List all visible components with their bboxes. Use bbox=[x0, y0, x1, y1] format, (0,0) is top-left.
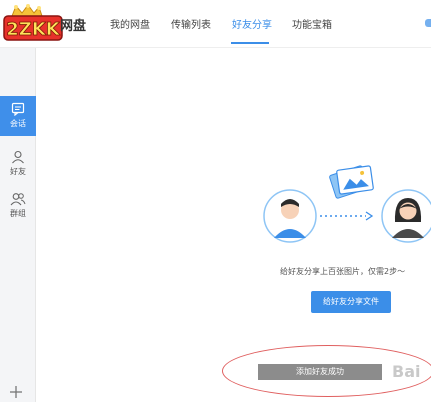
transfer-arrow-icon bbox=[320, 211, 374, 221]
sidebar-item-label: 会话 bbox=[10, 119, 26, 128]
share-files-button[interactable]: 给好友分享文件 bbox=[311, 291, 391, 313]
sender-avatar-icon bbox=[263, 189, 317, 243]
tab-my-disk[interactable]: 我的网盘 bbox=[110, 16, 150, 31]
top-bar: 2ZKK 网盘 我的网盘 传输列表 好友分享 功能宝箱 bbox=[0, 0, 431, 48]
watermark: Bai bbox=[392, 362, 421, 381]
group-icon bbox=[10, 193, 26, 206]
plus-icon[interactable] bbox=[8, 384, 24, 400]
sidebar-item-label: 群组 bbox=[10, 209, 26, 218]
tab-friend-share[interactable]: 好友分享 bbox=[232, 16, 272, 31]
sidebar-item-chat[interactable]: 会话 bbox=[0, 96, 36, 136]
share-hint-text: 给好友分享上百张图片，仅需2步～ bbox=[280, 267, 406, 276]
photos-icon bbox=[329, 165, 374, 199]
toast-message: 添加好友成功 bbox=[258, 364, 382, 380]
app-window: 2ZKK 网盘 我的网盘 传输列表 好友分享 功能宝箱 会话 好友 群组 给好友… bbox=[0, 0, 431, 402]
sidebar: 会话 好友 群组 bbox=[0, 48, 36, 402]
tab-transfer-list[interactable]: 传输列表 bbox=[171, 16, 211, 31]
sidebar-item-friends[interactable]: 好友 bbox=[0, 144, 36, 184]
receiver-avatar-icon bbox=[381, 189, 431, 243]
sidebar-item-groups[interactable]: 群组 bbox=[0, 186, 36, 226]
active-tab-indicator bbox=[231, 42, 269, 44]
tab-toolbox[interactable]: 功能宝箱 bbox=[292, 16, 332, 31]
window-control-icon[interactable] bbox=[425, 19, 431, 27]
share-illustration bbox=[263, 165, 431, 243]
person-icon bbox=[12, 150, 24, 164]
chat-icon bbox=[11, 102, 25, 116]
app-title: 网盘 bbox=[60, 19, 87, 34]
logo-badge-text: 2ZKK bbox=[6, 19, 61, 40]
sidebar-item-label: 好友 bbox=[10, 167, 26, 176]
